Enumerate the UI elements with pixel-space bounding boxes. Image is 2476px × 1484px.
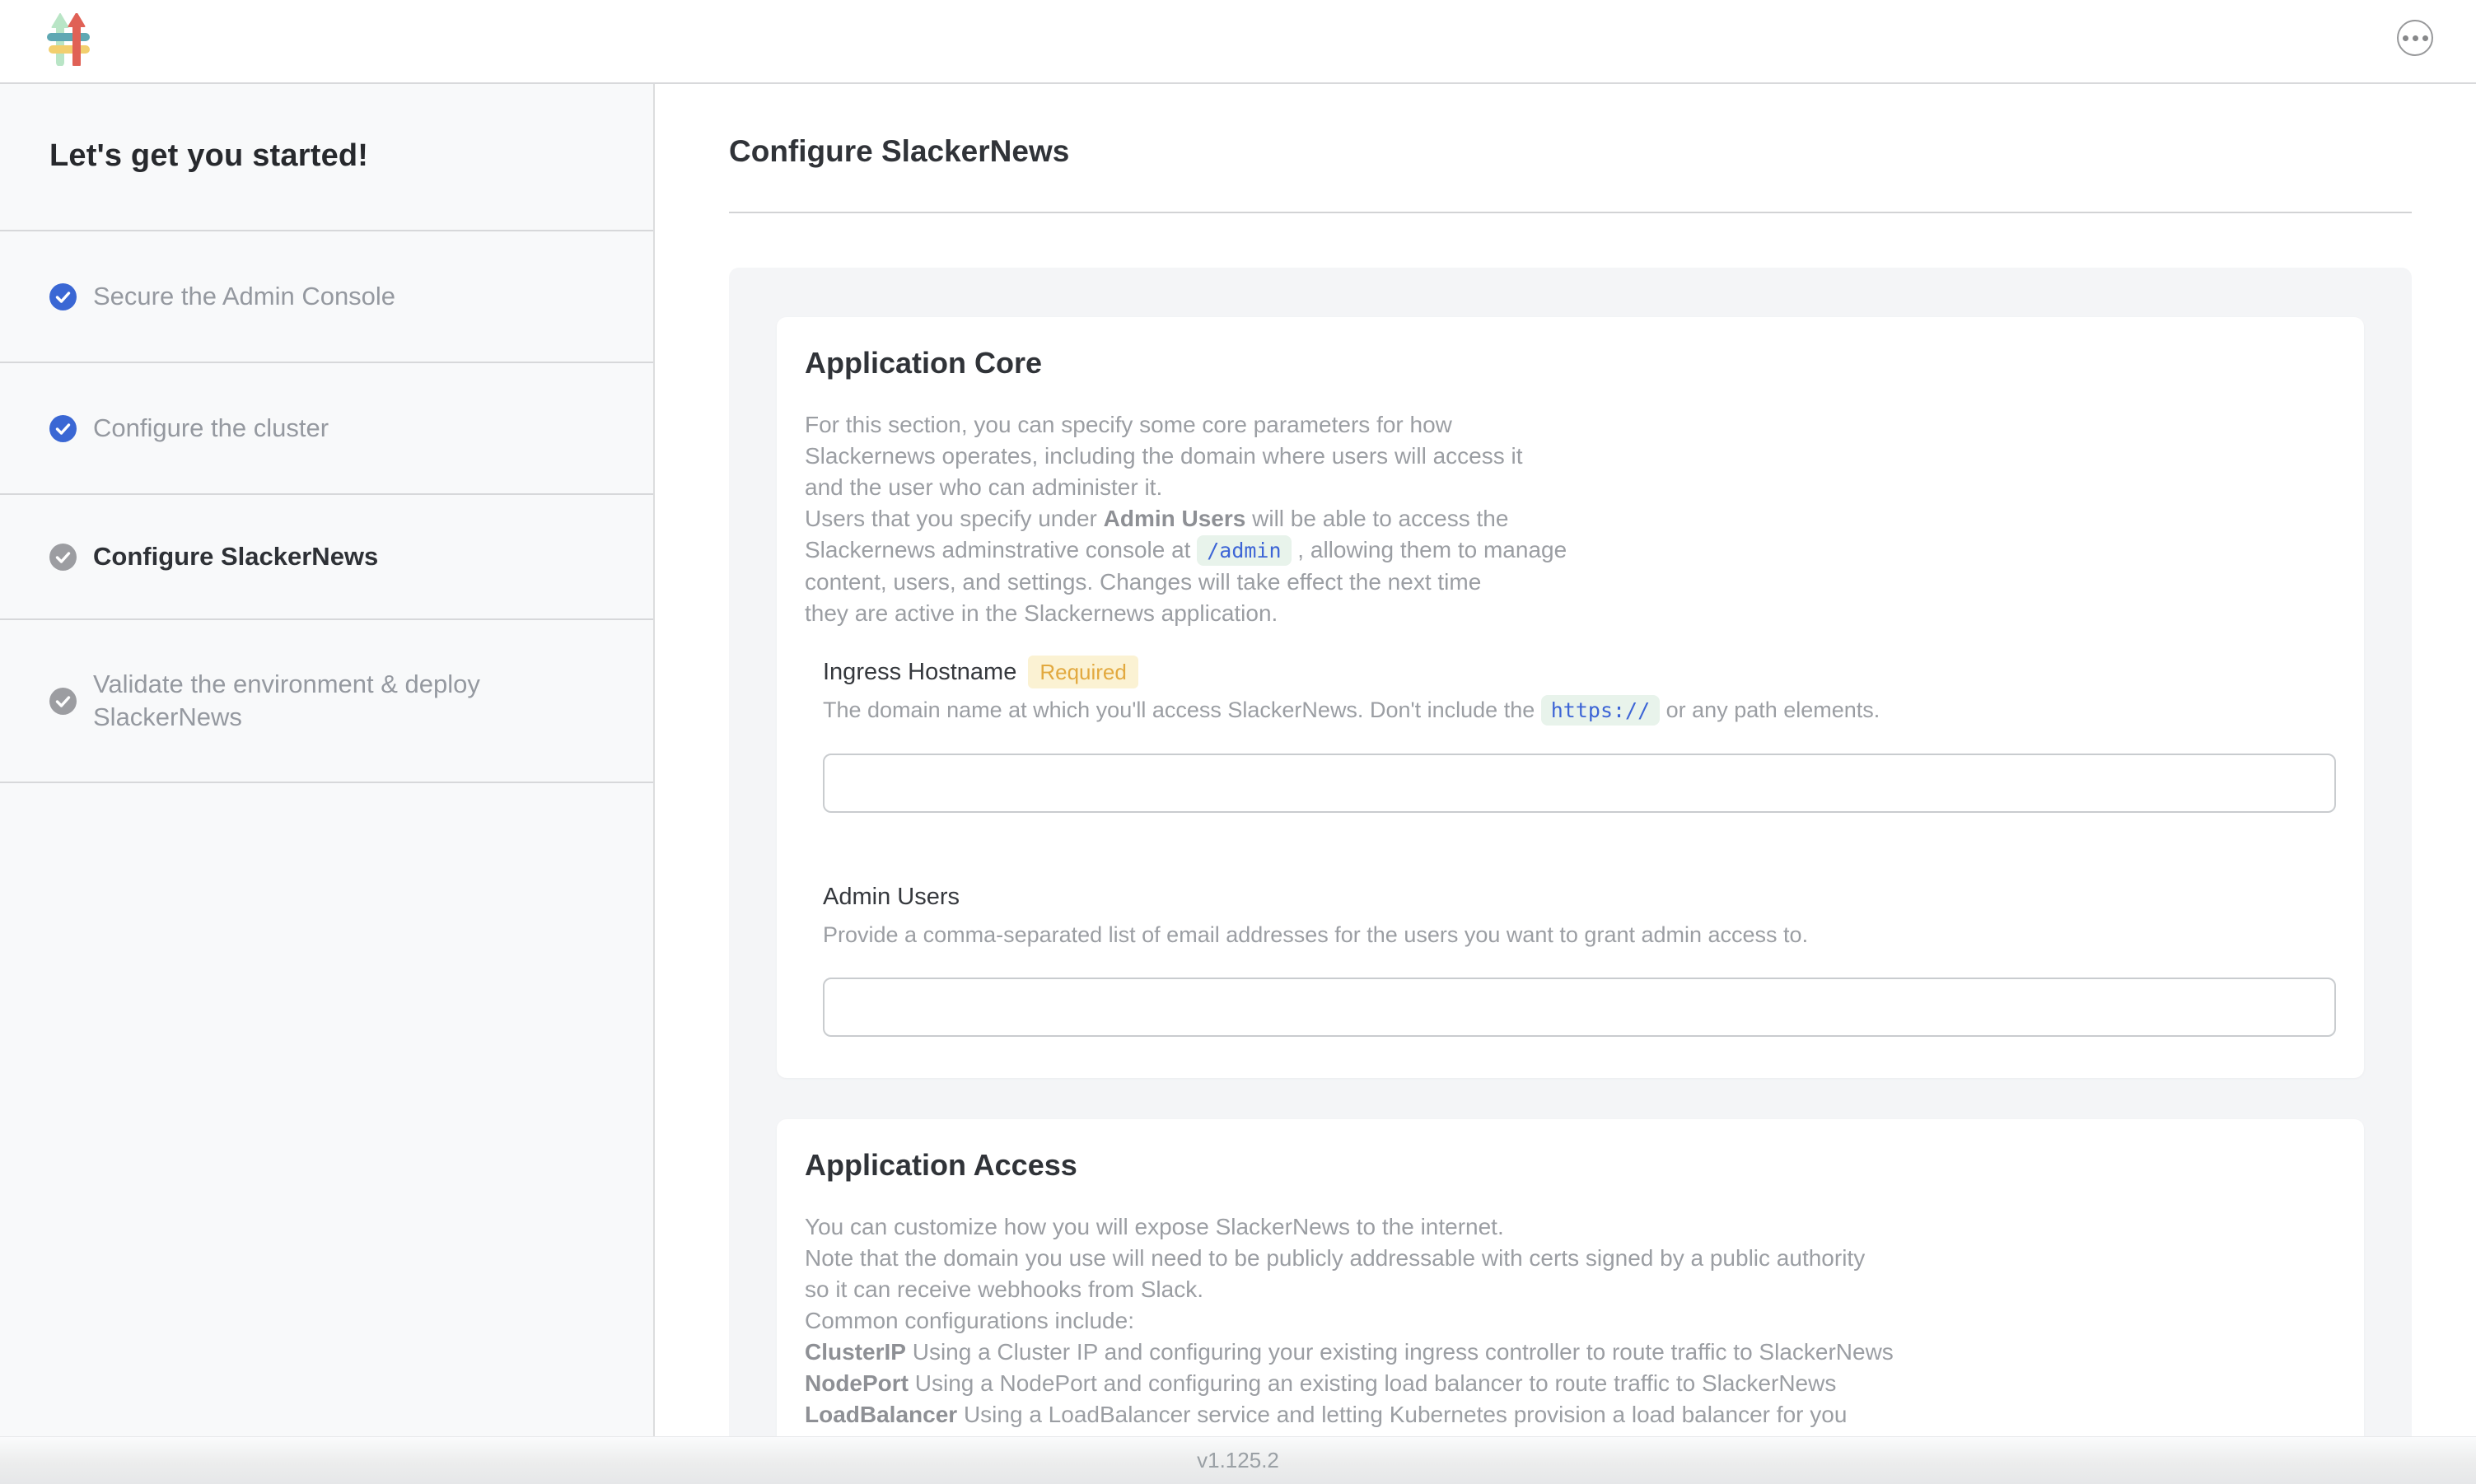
text-segment: Using a Cluster IP and configuring your …: [906, 1339, 1894, 1365]
sidebar-header: Let's get you started!: [0, 82, 653, 231]
text-segment: Using a NodePort and configuring an exis…: [909, 1370, 1836, 1396]
code-chip: /admin: [1197, 535, 1291, 566]
sidebar-step-configure-slackernews[interactable]: Configure SlackerNews: [0, 495, 653, 620]
ingress-hostname-input[interactable]: [823, 754, 2336, 813]
admin-users-help: Provide a comma-separated list of email …: [823, 918, 2336, 951]
code-chip: https://: [1541, 695, 1660, 726]
section-title-application-access: Application Access: [805, 1147, 2336, 1183]
main-content: Configure SlackerNews Application Core F…: [656, 82, 2476, 1437]
check-pending-icon: [49, 544, 77, 571]
application-access-description: You can customize how you will expose Sl…: [805, 1211, 2336, 1437]
bold-text-segment: ClusterIP: [805, 1339, 906, 1365]
step-label: Configure SlackerNews: [93, 540, 378, 573]
application-core-description: For this section, you can specify some c…: [805, 409, 2336, 629]
step-label: Configure the cluster: [93, 412, 329, 445]
text-segment: The domain name at which you'll access S…: [823, 698, 1541, 722]
sidebar-step-configure-cluster[interactable]: Configure the cluster: [0, 363, 653, 495]
ingress-hostname-label-row: Ingress Hostname Required: [823, 656, 2336, 688]
sidebar-step-secure-admin-console[interactable]: Secure the Admin Console: [0, 231, 653, 363]
bold-text-segment: LoadBalancer: [805, 1402, 957, 1427]
required-badge: Required: [1028, 656, 1138, 688]
ingress-hostname-field: Ingress Hostname Required The domain nam…: [823, 656, 2336, 813]
text-segment: You can customize how you will expose Sl…: [805, 1214, 1865, 1333]
config-panel: Application Core For this section, you c…: [729, 268, 2412, 1437]
overflow-menu-button[interactable]: [2397, 20, 2433, 56]
application-access-card: Application Access You can customize how…: [777, 1119, 2364, 1437]
check-complete-icon: [49, 415, 77, 442]
admin-users-label-row: Admin Users: [823, 880, 2336, 913]
text-segment: Using a LoadBalancer service and letting…: [805, 1402, 1999, 1437]
footer: v1.125.2: [0, 1436, 2476, 1484]
page-title: Configure SlackerNews: [729, 133, 2412, 170]
slackernews-logo-icon: [46, 13, 91, 66]
setup-sidebar: Let's get you started! Secure the Admin …: [0, 82, 655, 1437]
ellipsis-icon: [2403, 35, 2408, 41]
ingress-hostname-label: Ingress Hostname: [823, 656, 1016, 688]
app-root: Let's get you started! Secure the Admin …: [0, 0, 2476, 1484]
step-label: Validate the environment & deploy Slacke…: [93, 668, 554, 734]
title-divider: [729, 212, 2412, 213]
admin-users-field: Admin Users Provide a comma-separated li…: [823, 880, 2336, 1037]
admin-users-label: Admin Users: [823, 880, 960, 913]
check-complete-icon: [49, 283, 77, 310]
section-title-application-core: Application Core: [805, 345, 2336, 381]
top-header: [0, 0, 2476, 84]
bold-text-segment: NodePort: [805, 1370, 909, 1396]
step-label: Secure the Admin Console: [93, 280, 395, 313]
admin-users-input[interactable]: [823, 978, 2336, 1037]
application-core-card: Application Core For this section, you c…: [777, 317, 2364, 1078]
bold-text-segment: Admin Users: [1104, 506, 1246, 531]
sidebar-title: Let's get you started!: [49, 138, 368, 174]
sidebar-step-validate-and-deploy[interactable]: Validate the environment & deploy Slacke…: [0, 620, 653, 783]
version-label: v1.125.2: [1197, 1448, 1279, 1473]
text-segment: or any path elements.: [1660, 698, 1880, 722]
ingress-hostname-help: The domain name at which you'll access S…: [823, 693, 2336, 727]
check-pending-icon: [49, 688, 77, 715]
